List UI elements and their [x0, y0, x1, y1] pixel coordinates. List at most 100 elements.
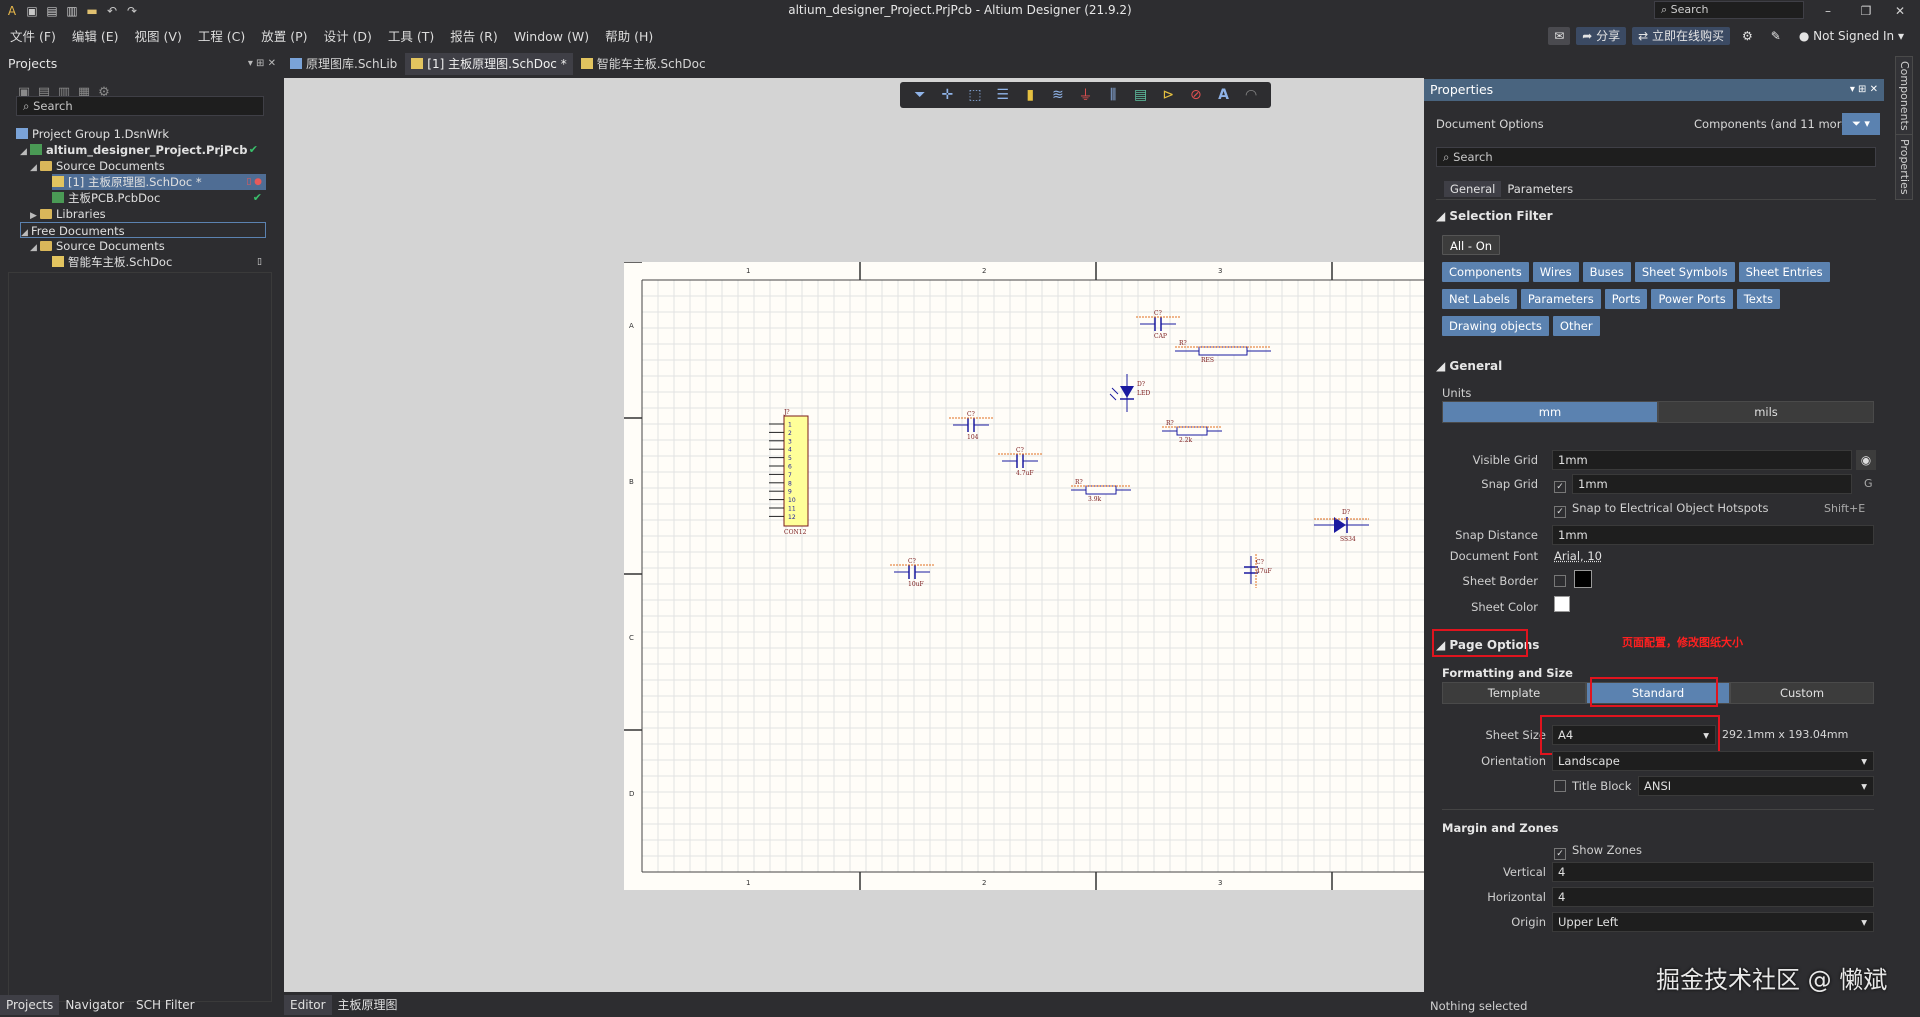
filter-sheet-entries[interactable]: Sheet Entries	[1738, 262, 1830, 282]
filter-net-labels[interactable]: Net Labels	[1442, 289, 1517, 309]
editor-tab-0[interactable]: Editor	[284, 995, 332, 1015]
panel-tab-2[interactable]: SCH Filter	[130, 995, 201, 1015]
schematic-sheet[interactable]: 1 1 2 2 3 3 A B C D C? CAP R? RES D? LED C? 104 C? 4.7uF R? 2…	[624, 261, 1424, 890]
user-menu[interactable]: ● Not Signed In ▾	[1793, 27, 1910, 45]
snap-distance-field[interactable]: 1mm	[1552, 525, 1874, 545]
snap-grid-checkbox[interactable]: ✓	[1554, 481, 1566, 493]
buy-online-button[interactable]: ⇄ 立即在线购买	[1632, 27, 1731, 45]
tree-pcbdoc[interactable]: 主板PCB.PcbDoc ✔	[52, 190, 266, 206]
text-icon[interactable]: A	[1213, 84, 1235, 106]
sheet-border-checkbox[interactable]	[1554, 575, 1566, 587]
filter-wires[interactable]: Wires	[1532, 262, 1579, 282]
arc-icon[interactable]: ◠	[1240, 84, 1262, 106]
tree-schdoc[interactable]: [1] 主板原理图.SchDoc * ▯ ●	[52, 174, 266, 190]
orientation-select[interactable]: Landscape ▾	[1552, 751, 1874, 771]
menu-item-7[interactable]: 报告 (R)	[442, 26, 505, 48]
panel-controls[interactable]: ▾ ⊞ ✕	[248, 58, 276, 69]
projects-search-input[interactable]: ⌕ Search	[16, 96, 264, 116]
tree-free-source-documents[interactable]: ◢ Source Documents	[30, 238, 165, 254]
show-zones-checkbox[interactable]: ✓	[1554, 848, 1566, 860]
align-icon[interactable]: ☰	[992, 84, 1014, 106]
bus-icon[interactable]: ⫼	[1102, 84, 1124, 106]
doc-tab-1[interactable]: [1] 主板原理图.SchDoc *	[405, 53, 573, 75]
title-block-option[interactable]: Title Block	[1554, 779, 1631, 793]
show-zones-option[interactable]: ✓ Show Zones	[1554, 843, 1642, 860]
share-button[interactable]: ➦ 分享	[1576, 27, 1627, 45]
origin-select[interactable]: Upper Left ▾	[1552, 912, 1874, 932]
filter-components[interactable]: Components	[1442, 262, 1529, 282]
menu-item-6[interactable]: 工具 (T)	[380, 26, 442, 48]
snap-hotspots-option[interactable]: ✓ Snap to Electrical Object Hotspots	[1554, 501, 1768, 518]
component-icon[interactable]: ▮	[1019, 84, 1041, 106]
minimize-button[interactable]: –	[1808, 0, 1848, 22]
filter-sheet-symbols[interactable]: Sheet Symbols	[1634, 262, 1735, 282]
dock-tab-components[interactable]: Components	[1895, 56, 1913, 136]
horizontal-field[interactable]: 4	[1552, 887, 1874, 907]
filter-ports[interactable]: Ports	[1604, 289, 1648, 309]
tree-libraries[interactable]: ▶ Libraries	[30, 206, 106, 222]
filter-texts[interactable]: Texts	[1736, 289, 1780, 309]
tree-free-documents[interactable]: ◢ Free Documents	[20, 222, 266, 238]
doc-tab-2[interactable]: 智能车主板.SchDoc	[575, 53, 712, 75]
sheet-symbol-icon[interactable]: ▤	[1130, 84, 1152, 106]
selection-filter-title[interactable]: ◢ Selection Filter	[1436, 209, 1553, 223]
sheet-border-color[interactable]	[1574, 570, 1592, 588]
panel-controls[interactable]: ▾ ⊞ ✕	[1850, 79, 1878, 101]
menu-item-4[interactable]: 放置 (P)	[253, 26, 315, 48]
panel-tab-1[interactable]: Navigator	[59, 995, 130, 1015]
menu-item-5[interactable]: 设计 (D)	[316, 26, 380, 48]
doc-tab-0[interactable]: 原理图库.SchLib	[284, 53, 403, 75]
units-mils[interactable]: mils	[1658, 401, 1874, 423]
document-font-link[interactable]: Arial, 10	[1554, 549, 1602, 563]
power-port-icon[interactable]: ⏚	[1074, 84, 1096, 106]
filter-icon[interactable]: ⏷	[909, 84, 931, 106]
tree-project-group[interactable]: Project Group 1.DsnWrk	[16, 126, 169, 142]
connector-pin-label: 8	[788, 480, 792, 487]
all-on-button[interactable]: All - On	[1442, 235, 1501, 255]
menu-item-9[interactable]: 帮助 (H)	[597, 26, 661, 48]
menu-item-0[interactable]: 文件 (F)	[2, 26, 64, 48]
dock-tab-properties[interactable]: Properties	[1895, 134, 1913, 200]
general-section-title[interactable]: ◢ General	[1436, 359, 1502, 373]
visible-grid-field[interactable]: 1mm	[1552, 450, 1852, 470]
filter-dropdown[interactable]: ⏷ ▾	[1842, 113, 1880, 135]
title-block-select[interactable]: ANSI ▾	[1638, 776, 1874, 796]
directive-icon[interactable]: ⊘	[1185, 84, 1207, 106]
prop-tab-0[interactable]: General	[1444, 181, 1502, 197]
units-mm[interactable]: mm	[1442, 401, 1658, 423]
schematic-editor[interactable]: 1 1 2 2 3 3 A B C D C? CAP R? RES D? LED C? 104 C? 4.7uF R? 2…	[284, 78, 1424, 992]
title-block-checkbox[interactable]	[1554, 780, 1566, 792]
snap-grid-field[interactable]: 1mm	[1572, 474, 1852, 494]
crosshair-icon[interactable]: ✛	[936, 84, 958, 106]
filter-parameters[interactable]: Parameters	[1520, 289, 1601, 309]
snap-hotspots-checkbox[interactable]: ✓	[1554, 506, 1566, 518]
menu-item-2[interactable]: 视图 (V)	[127, 26, 190, 48]
properties-search-input[interactable]: ⌕ Search	[1436, 147, 1876, 167]
editor-tab-1[interactable]: 主板原理图	[332, 995, 404, 1015]
sheet-color-swatch[interactable]	[1554, 596, 1570, 612]
menu-item-1[interactable]: 编辑 (E)	[64, 26, 127, 48]
close-button[interactable]: ✕	[1880, 0, 1920, 22]
tree-source-documents[interactable]: ◢ Source Documents	[30, 158, 165, 174]
settings-icon[interactable]: ⚙	[1736, 27, 1759, 45]
tree-project[interactable]: ◢ altium_designer_Project.PrjPcb ✔	[20, 142, 266, 158]
tree-free-schdoc[interactable]: 智能车主板.SchDoc ▯	[52, 254, 266, 270]
notifications-icon[interactable]: ✎	[1765, 27, 1787, 45]
mode-custom[interactable]: Custom	[1730, 682, 1874, 704]
filter-other[interactable]: Other	[1552, 316, 1600, 336]
prop-tab-1[interactable]: Parameters	[1501, 181, 1579, 197]
wire-icon[interactable]: ≋	[1047, 84, 1069, 106]
filter-buses[interactable]: Buses	[1582, 262, 1631, 282]
menu-item-3[interactable]: 工程 (C)	[190, 26, 253, 48]
title-search-input[interactable]: ⌕ Search	[1654, 1, 1804, 19]
menu-item-8[interactable]: Window (W)	[506, 26, 597, 48]
vertical-field[interactable]: 4	[1552, 862, 1874, 882]
eye-icon[interactable]: ◉	[1856, 450, 1876, 470]
port-icon[interactable]: ⊳	[1157, 84, 1179, 106]
filter-power-ports[interactable]: Power Ports	[1651, 289, 1733, 309]
mode-template[interactable]: Template	[1442, 682, 1586, 704]
select-rect-icon[interactable]: ⬚	[964, 84, 986, 106]
comment-button[interactable]: ✉	[1548, 27, 1571, 45]
filter-drawing-objects[interactable]: Drawing objects	[1442, 316, 1549, 336]
panel-tab-0[interactable]: Projects	[0, 995, 60, 1015]
